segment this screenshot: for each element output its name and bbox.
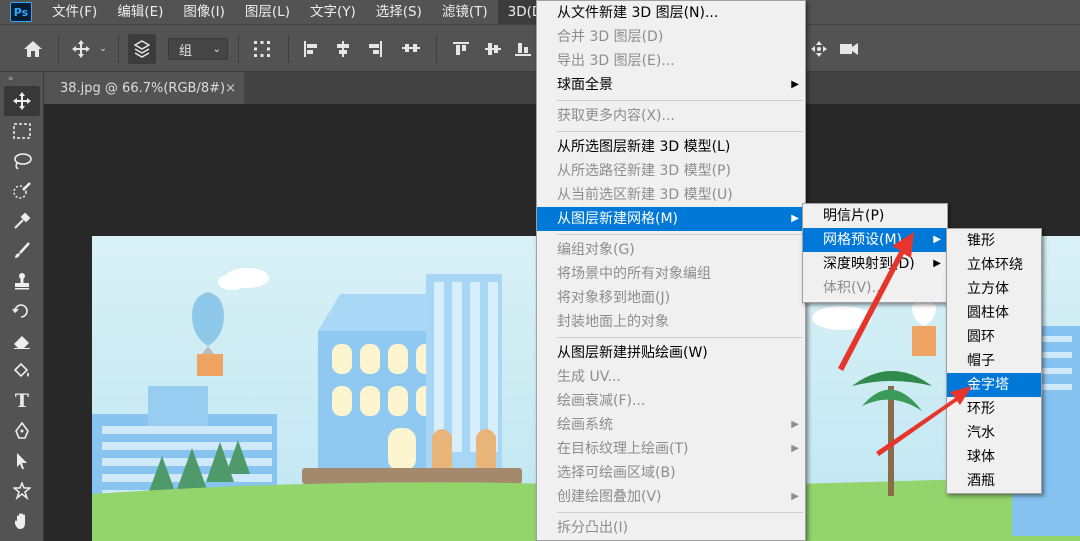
- preset-item-wine-bottle[interactable]: 酒瓶: [947, 469, 1041, 493]
- move-tool-icon[interactable]: [66, 25, 96, 73]
- mesh-item-mesh-preset[interactable]: 网格预设(M) ▶: [803, 228, 947, 252]
- zoom-tool-icon[interactable]: [0, 536, 44, 541]
- menu-edit[interactable]: 编辑(E): [107, 0, 173, 24]
- align-left-icon[interactable]: [298, 25, 324, 73]
- panel-collapse-icon[interactable]: »: [0, 72, 43, 86]
- menu3d-item-generate-uv: 生成 UV...: [557, 369, 621, 385]
- close-icon[interactable]: ×: [225, 81, 236, 96]
- submenu-arrow-icon: ▶: [933, 258, 941, 269]
- align-top-icon[interactable]: [448, 25, 474, 73]
- menu3d-item-get-more-content: 获取更多内容(X)...: [557, 108, 675, 124]
- align-horizontal-center-icon[interactable]: [330, 25, 356, 73]
- quick-selection-tool-icon[interactable]: [0, 176, 44, 206]
- stamp-tool-icon[interactable]: [0, 266, 44, 296]
- submenu-arrow-icon: ▶: [791, 419, 799, 430]
- align-vertical-center-icon[interactable]: [480, 25, 506, 73]
- pen-tool-icon[interactable]: [0, 416, 44, 446]
- mesh-item-volume: 体积(V)...: [823, 280, 885, 296]
- 3d-pan-icon[interactable]: [806, 25, 832, 73]
- mesh-preset-submenu: 锥形 立体环绕 立方体 圆柱体 圆环 帽子 金字塔 环形 汽水 球体 酒瓶: [946, 228, 1042, 494]
- submenu-arrow-icon: ▶: [791, 491, 799, 502]
- menu3d-item-create-painting-overlay: 创建绘图叠加(V) ▶: [537, 485, 805, 509]
- menu-separator: [557, 100, 803, 101]
- mesh-item-postcard[interactable]: 明信片(P): [803, 204, 947, 228]
- menu-image[interactable]: 图像(I): [173, 0, 235, 24]
- type-tool-icon[interactable]: T: [0, 386, 44, 416]
- submenu-arrow-icon: ▶: [791, 213, 799, 224]
- menu3d-item-paint-system: 绘画系统 ▶: [537, 413, 805, 437]
- document-tab-title: 38.jpg @ 66.7%(RGB/8#): [60, 80, 226, 96]
- history-brush-tool-icon[interactable]: [0, 296, 44, 326]
- menu-file[interactable]: 文件(F): [42, 0, 107, 24]
- preset-item-cone[interactable]: 锥形: [947, 229, 1041, 253]
- menu-separator: [557, 337, 803, 338]
- menu3d-item-move-to-ground: 将对象移到地面(J): [557, 290, 671, 306]
- menu3d-item-new-model-from-layer[interactable]: 从所选图层新建 3D 模型(L): [537, 135, 805, 159]
- submenu-arrow-icon: ▶: [791, 443, 799, 454]
- auto-select-target-dropdown[interactable]: 组 ⌄: [168, 38, 228, 60]
- menu-separator: [557, 131, 803, 132]
- submenu-arrow-icon: ▶: [791, 79, 799, 90]
- menu-3d-dropdown: 从文件新建 3D 图层(N)... 合并 3D 图层(D) 导出 3D 图层(E…: [536, 0, 806, 541]
- lasso-tool-icon[interactable]: [0, 146, 44, 176]
- hand-tool-icon[interactable]: [0, 506, 44, 536]
- preset-item-pyramid[interactable]: 金字塔: [947, 373, 1041, 397]
- photoshop-window: Ps 文件(F) 编辑(E) 图像(I) 图层(L) 文字(Y) 选择(S) 滤…: [0, 0, 1080, 541]
- menu3d-item-select-paintable-area: 选择可绘画区域(B): [557, 465, 676, 481]
- menu3d-item-spherical-panorama[interactable]: 球面全景 ▶: [537, 73, 805, 97]
- photoshop-logo-icon[interactable]: Ps: [10, 2, 32, 22]
- menu3d-item-new-from-file[interactable]: 从文件新建 3D 图层(N)...: [537, 1, 805, 25]
- chevron-down-icon[interactable]: ⌄: [96, 25, 110, 73]
- move-tool-icon[interactable]: [4, 86, 40, 116]
- document-tab[interactable]: 38.jpg @ 66.7%(RGB/8#) ×: [44, 72, 244, 104]
- align-right-icon[interactable]: [362, 25, 388, 73]
- menu3d-item-new-model-from-path: 从所选路径新建 3D 模型(P): [557, 163, 731, 179]
- preset-item-cylinder[interactable]: 圆柱体: [947, 301, 1041, 325]
- menu3d-item-new-mesh-from-layer[interactable]: 从图层新建网格(M) ▶: [537, 207, 805, 231]
- marquee-tool-icon[interactable]: [0, 116, 44, 146]
- tools-panel: » T: [0, 72, 44, 541]
- menu3d-item-new-model-from-selection: 从当前选区新建 3D 模型(U): [557, 187, 733, 203]
- menu-separator: [557, 512, 803, 513]
- 3d-camera-icon[interactable]: [836, 25, 862, 73]
- preset-item-donut[interactable]: 圆环: [947, 325, 1041, 349]
- align-bottom-icon[interactable]: [512, 25, 534, 73]
- transform-controls-icon[interactable]: [248, 25, 276, 73]
- menu-layer[interactable]: 图层(L): [235, 0, 300, 24]
- menu3d-item-paint-on-target-texture: 在目标纹理上绘画(T) ▶: [537, 437, 805, 461]
- path-selection-tool-icon[interactable]: [0, 446, 44, 476]
- auto-select-layers-icon[interactable]: [128, 34, 156, 64]
- brush-tool-icon[interactable]: [0, 236, 44, 266]
- menu3d-item-group-objects: 编组对象(G): [557, 242, 635, 258]
- preset-item-cube-wrap[interactable]: 立体环绕: [947, 253, 1041, 277]
- chevron-down-icon: ⌄: [212, 43, 221, 55]
- menu3d-item-paint-falloff: 绘画衰减(F)...: [557, 393, 646, 409]
- menu3d-item-new-tiled-painting[interactable]: 从图层新建拼贴绘画(W): [537, 341, 805, 365]
- eyedropper-tool-icon[interactable]: [0, 206, 44, 236]
- menu3d-item-merge-layers: 合并 3D 图层(D): [557, 29, 664, 45]
- menu-select[interactable]: 选择(S): [366, 0, 432, 24]
- preset-item-ring[interactable]: 环形: [947, 397, 1041, 421]
- menu3d-item-snap-to-ground: 封装地面上的对象: [557, 314, 669, 330]
- preset-item-soda-can[interactable]: 汽水: [947, 421, 1041, 445]
- eraser-tool-icon[interactable]: [0, 326, 44, 356]
- mesh-item-depth-map[interactable]: 深度映射到(D) ▶: [803, 252, 947, 276]
- menu3d-item-export-layer: 导出 3D 图层(E)...: [557, 53, 675, 69]
- paint-bucket-tool-icon[interactable]: [0, 356, 44, 386]
- menu-type[interactable]: 文字(Y): [300, 0, 366, 24]
- distribute-horizontal-icon[interactable]: [398, 25, 424, 73]
- menu3d-item-group-all-objects: 将场景中的所有对象编组: [557, 266, 711, 282]
- submenu-arrow-icon: ▶: [933, 234, 941, 245]
- custom-shape-tool-icon[interactable]: [0, 476, 44, 506]
- menu3d-item-split-extrusion: 拆分凸出(I): [557, 520, 629, 536]
- mesh-submenu: 明信片(P) 网格预设(M) ▶ 深度映射到(D) ▶ 体积(V)...: [802, 203, 948, 303]
- preset-item-hat[interactable]: 帽子: [947, 349, 1041, 373]
- menu-filter[interactable]: 滤镜(T): [432, 0, 498, 24]
- menu-separator: [557, 234, 803, 235]
- home-icon[interactable]: [18, 25, 48, 73]
- preset-item-sphere[interactable]: 球体: [947, 445, 1041, 469]
- preset-item-cube[interactable]: 立方体: [947, 277, 1041, 301]
